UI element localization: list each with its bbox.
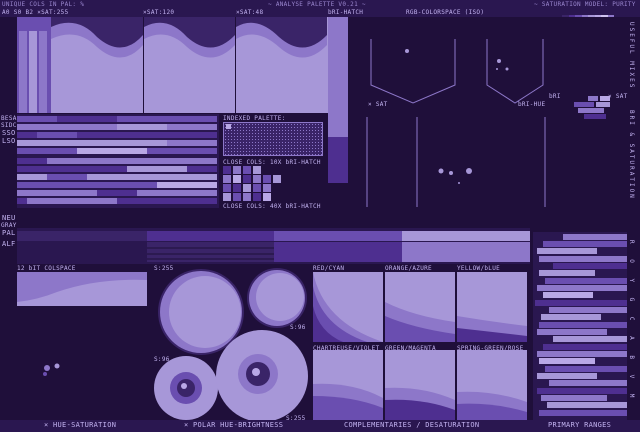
close-cols-grid: [223, 166, 281, 201]
comp-yellow-blue-label: YELLOW/bLUE: [457, 265, 501, 272]
colspace-view: [17, 272, 147, 420]
unique-cols-label: UNIQUE COLS IN PAL: %: [2, 1, 85, 8]
palette-cursor: [226, 124, 231, 129]
footer-complementaries: COMPLEMENTARIES / DESATURATION: [344, 421, 480, 429]
hue-letters-label: R O Y G C A B V M: [628, 240, 635, 404]
besa-label: BESA: [1, 115, 17, 122]
neu-label: NEU: [2, 214, 16, 222]
sat48-label: ×SAT:48: [236, 9, 264, 16]
indexed-palette-grid[interactable]: [223, 122, 323, 156]
useful-mixes-label: USEFUL MIXES: [628, 22, 635, 90]
footer-primary-ranges: PRIMARY RANGES: [548, 421, 612, 429]
close-cols-10x-label: CLOSE COLS: 10X bRI-HATCH: [223, 159, 321, 166]
saturation-wave-panel: [17, 17, 347, 113]
sidc-label: SIDC: [1, 122, 17, 129]
indexed-palette-label: INDEXED PALETTE:: [223, 115, 286, 122]
sso-label: SSO: [2, 129, 16, 137]
useful-mixes-stack: [533, 232, 627, 420]
saturation-model-label: ~ SATURATION MODEL: PURITY: [534, 1, 636, 8]
polar-wheels: [154, 268, 308, 420]
gray-label: GRAY: [1, 222, 17, 229]
rgb-sat-left-label: × SAT: [368, 101, 388, 108]
bri-sat-steps: [574, 96, 610, 119]
sat120-label: ×SAT:120: [143, 9, 175, 16]
saturation-strips: [17, 114, 219, 208]
lso-label: LSO: [2, 137, 16, 145]
footer-polar: × POLAR HUE-BRIGHTNESS: [184, 421, 284, 429]
sat255-label: A0 S0 B2 ×SAT:255: [2, 9, 69, 16]
complementaries-grid: [313, 272, 527, 420]
pal-label: PAL: [2, 229, 16, 237]
palette-analyser-window: UNIQUE COLS IN PAL: % A0 S0 B2 ×SAT:255 …: [0, 0, 640, 432]
close-cols-40x-label: CLOSE COLS: 40X bRI-HATCH: [223, 203, 321, 210]
rgb-bri-hue-label: bRI-HUE: [518, 101, 546, 108]
comp-orange-azure-label: ORANGE/AZURE: [385, 265, 432, 272]
bri-hatch-bar: [328, 17, 348, 183]
footer-hue-saturation: × HUE-SATURATION: [44, 421, 117, 429]
comp-red-cyan-label: RED/CYAN: [313, 265, 345, 272]
bri-hatch-label: bRI-HATCH: [328, 9, 364, 16]
colorspace-label: RGB-COLORSPACE (ISO): [406, 9, 485, 16]
app-title: ~ ANALYSE PALETTE V0.21 ~: [268, 1, 366, 8]
rgb-bri-label: bRI: [549, 93, 561, 100]
neutral-gray-band: [17, 228, 530, 264]
colspace-label: 12 bIT COLSPACE: [17, 265, 76, 272]
alf-label: ALF: [2, 240, 16, 248]
bri-saturation-label: BRI & SATURATION: [628, 110, 635, 200]
